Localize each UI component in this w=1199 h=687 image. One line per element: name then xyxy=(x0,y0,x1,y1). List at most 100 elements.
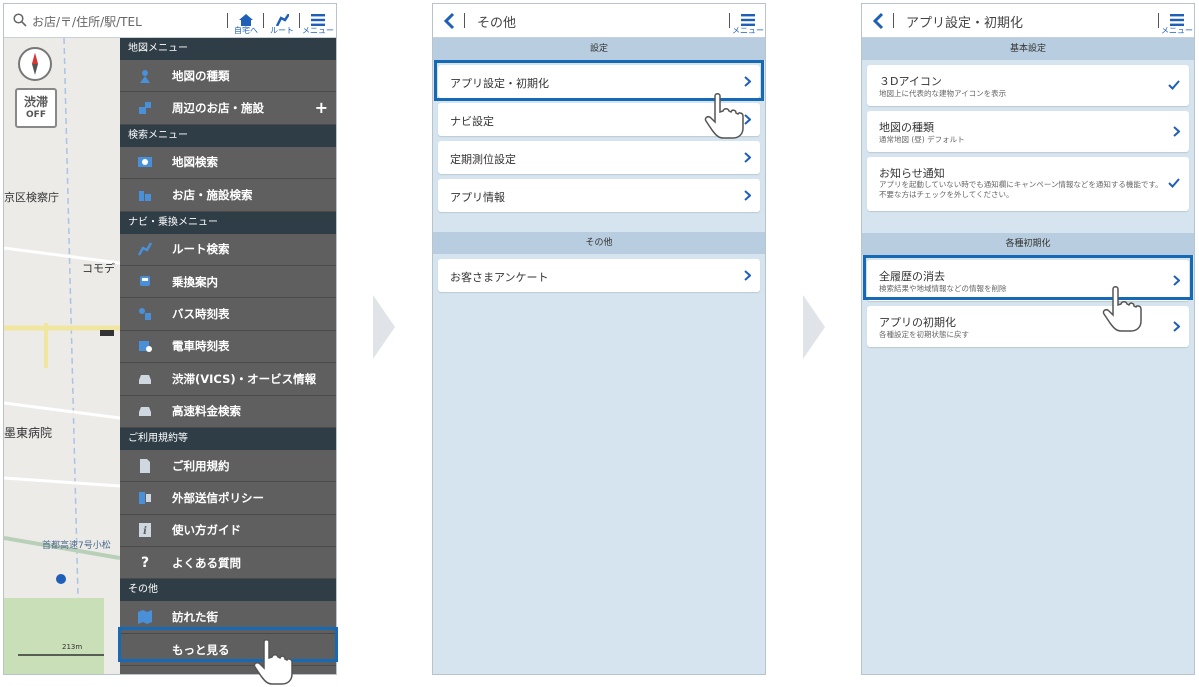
search-input[interactable]: お店/〒/住所/駅/TEL xyxy=(32,13,142,30)
traffic-jam-toggle[interactable]: 渋滞 OFF xyxy=(15,88,57,128)
document-icon xyxy=(138,458,152,473)
list-item-notification[interactable]: お知らせ通知 アプリを起動していない時でも通知欄にキャンペーン情報などを通知する… xyxy=(867,157,1189,211)
pointer-hand-icon xyxy=(704,93,744,139)
home-button[interactable]: 自宅へ xyxy=(233,7,259,35)
timetable-icon xyxy=(138,339,152,353)
top-bar: アプリ設定・初期化 メニュー xyxy=(862,4,1194,38)
menu-item-nearby[interactable]: 周辺のお店・施設 + xyxy=(120,92,336,125)
menu-item-terms[interactable]: ご利用規約 xyxy=(120,450,336,483)
building-icon xyxy=(138,188,152,202)
menu-button-label: メニュー xyxy=(732,26,764,35)
menu-item-label: ご利用規約 xyxy=(172,458,230,473)
chevron-right-icon xyxy=(744,270,751,281)
person-icon xyxy=(138,69,152,83)
home-button-label: 自宅へ xyxy=(234,26,258,35)
menu-section-header: 地図メニュー xyxy=(120,38,336,60)
question-icon: ? xyxy=(140,554,150,571)
menu-item-transit[interactable]: 乗換案内 xyxy=(120,266,336,299)
list-item-label: アプリの初期化 xyxy=(879,316,956,329)
list-item-map-type[interactable]: 地図の種類 通常地図 (昼) デフォルト xyxy=(867,111,1189,152)
list-item-app-info[interactable]: アプリ情報 xyxy=(438,179,760,212)
menu-item-guide[interactable]: i 使い方ガイド xyxy=(120,515,336,548)
pointer-hand-icon xyxy=(1102,286,1142,332)
list-item-label: ナビ設定 xyxy=(450,115,494,128)
menu-item-toll[interactable]: 高速料金検索 xyxy=(120,396,336,428)
menu-item-bus[interactable]: バス時刻表 xyxy=(120,298,336,331)
svg-text:i: i xyxy=(143,526,147,537)
screen-main-menu: お店/〒/住所/駅/TEL 自宅へ ルート メニュー 渋滞 OFF 京区検察庁 … xyxy=(3,3,337,675)
separator xyxy=(263,13,264,28)
menu-item-shop-search[interactable]: お店・施設検索 xyxy=(120,179,336,212)
pointer-hand-icon xyxy=(253,639,293,685)
chevron-right-icon xyxy=(744,152,751,163)
bus-stop-icon xyxy=(138,307,152,321)
back-arrow-icon[interactable] xyxy=(443,11,457,31)
route-icon xyxy=(137,242,153,256)
menu-item-map-search[interactable]: 地図検索 xyxy=(120,147,336,180)
side-menu: 地図メニュー 地図の種類 周辺のお店・施設 + 検索メニュー 地図検索 お店・施設… xyxy=(120,38,336,674)
chevron-right-icon xyxy=(1173,275,1180,286)
menu-item-privacy[interactable]: 外部送信ポリシー xyxy=(120,482,336,515)
menu-item-train-timetable[interactable]: 電車時刻表 xyxy=(120,331,336,364)
list-item-label: お知らせ通知 xyxy=(879,167,945,180)
chevron-right-icon xyxy=(1173,321,1180,332)
list-item-3d-icon[interactable]: ３Dアイコン 地図上に代表的な建物アイコンを表示 xyxy=(867,65,1189,106)
list-item-positioning[interactable]: 定期測位設定 xyxy=(438,141,760,174)
route-button[interactable]: ルート xyxy=(268,7,296,35)
route-button-label: ルート xyxy=(270,26,294,35)
section-header: 基本設定 xyxy=(862,38,1194,60)
menu-item-see-more[interactable]: もっと見る xyxy=(120,634,336,667)
section-header: 各種初期化 xyxy=(862,233,1194,255)
menu-item-label: もっと見る xyxy=(172,642,230,657)
list-item-label: 地図の種類 xyxy=(879,121,934,134)
map-label: 墨東病院 xyxy=(4,426,53,440)
separator xyxy=(299,13,300,28)
traffic-jam-state: OFF xyxy=(26,110,46,120)
menu-item-route-search[interactable]: ルート検索 xyxy=(120,234,336,266)
page-title: アプリ設定・初期化 xyxy=(906,16,1024,31)
top-bar: その他 メニュー xyxy=(433,4,765,38)
menu-item-label: 訪れた街 xyxy=(172,610,218,625)
back-arrow-icon[interactable] xyxy=(872,11,886,31)
menu-item-map-type[interactable]: 地図の種類 xyxy=(120,60,336,93)
menu-section-header: ナビ・乗換メニュー xyxy=(120,211,336,234)
menu-item-label: 乗換案内 xyxy=(172,274,218,289)
list-item-sublabel: 地図上に代表的な建物アイコンを表示 xyxy=(879,89,1007,98)
plus-icon: + xyxy=(314,98,328,118)
next-step-arrow-icon xyxy=(803,295,825,359)
list-item-sublabel: 各種設定を初期状態に戻す xyxy=(879,330,969,339)
list-item-survey[interactable]: お客さまアンケート xyxy=(438,259,760,292)
list-item-label: 定期測位設定 xyxy=(450,153,516,166)
list-item-label: 全履歴の消去 xyxy=(879,270,945,283)
section-header: 設定 xyxy=(433,38,765,60)
menu-item-label: 渋滞(VICS)・オービス情報 xyxy=(172,371,317,386)
menu-item-vics[interactable]: 渋滞(VICS)・オービス情報 xyxy=(120,363,336,396)
checkmark-icon[interactable] xyxy=(1168,178,1180,188)
list-item-label: アプリ情報 xyxy=(450,191,505,204)
menu-section-header: 検索メニュー xyxy=(120,124,336,147)
map-search-icon xyxy=(138,155,152,169)
map-label: コモデ xyxy=(82,262,115,275)
list-item-label: ３Dアイコン xyxy=(879,75,942,88)
car-icon xyxy=(138,372,152,386)
checkmark-icon[interactable] xyxy=(1168,80,1180,90)
menu-button[interactable]: メニュー xyxy=(731,7,765,35)
compass-button[interactable] xyxy=(18,47,52,81)
menu-item-label: 高速料金検索 xyxy=(172,404,241,419)
search-icon xyxy=(13,13,27,27)
map-view[interactable]: 渋滞 OFF 京区検察庁 コモデ 墨東病院 首都高速7号小松 213m xyxy=(4,38,120,674)
list-item-label: アプリ設定・初期化 xyxy=(450,77,549,90)
menu-item-visited-towns[interactable]: 訪れた街 xyxy=(120,601,336,634)
menu-button-label: メニュー xyxy=(302,26,334,35)
separator xyxy=(227,13,228,28)
chevron-right-icon xyxy=(744,190,751,201)
menu-button[interactable]: メニュー xyxy=(302,7,334,35)
chevron-right-icon xyxy=(744,76,751,87)
next-step-arrow-icon xyxy=(373,295,395,359)
shop-icon xyxy=(138,101,152,115)
hamburger-icon xyxy=(741,14,755,26)
list-item-sublabel: 検索結果や地域情報などの情報を削除 xyxy=(879,284,1007,293)
route-icon xyxy=(275,14,289,26)
menu-button[interactable]: メニュー xyxy=(1160,7,1194,35)
menu-item-faq[interactable]: ? よくある質問 xyxy=(120,547,336,580)
